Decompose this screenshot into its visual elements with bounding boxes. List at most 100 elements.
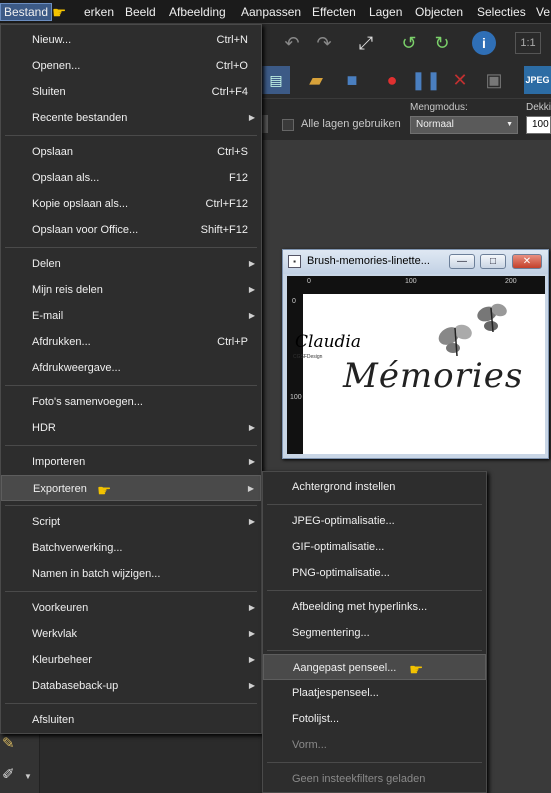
menu-item-kopie-opslaan[interactable]: Kopie opslaan als... Ctrl+F12 (1, 191, 261, 217)
menu-bewerken[interactable]: erken (84, 5, 114, 19)
menu-afbeelding[interactable]: Afbeelding (169, 5, 226, 19)
menu-item-afsluiten[interactable]: Afsluiten (1, 707, 261, 733)
menu-item-label: Opslaan voor Office... (32, 224, 139, 236)
browse-icon[interactable]: ▰ (304, 68, 328, 92)
menu-item-fotos-samenvoegen[interactable]: Foto's samenvoegen... (1, 389, 261, 415)
blend-mode-label: Mengmodus: (410, 102, 468, 113)
menu-item-label: Kleurbeheer (32, 654, 92, 666)
menu-item-email[interactable]: E-mail ▶ (1, 303, 261, 329)
export-submenu: Achtergrond instellen JPEG-optimalisatie… (262, 471, 487, 793)
brush-tool-icon[interactable]: ✎ (2, 734, 15, 752)
submenu-item-achtergrond[interactable]: Achtergrond instellen (263, 474, 486, 500)
submenu-item-jpeg[interactable]: JPEG-optimalisatie... (263, 508, 486, 534)
menu-item-opslaan[interactable]: Opslaan Ctrl+S (1, 139, 261, 165)
menu-item-afdrukweergave[interactable]: Afdrukweergave... (1, 355, 261, 381)
submenu-arrow-icon: ▶ (248, 629, 255, 638)
menu-lagen[interactable]: Lagen (369, 5, 402, 19)
menu-item-label: Afdrukweergave... (32, 362, 121, 374)
menu-item-exporteren[interactable]: Exporteren ▶ (1, 475, 261, 501)
submenu-item-fotolijst[interactable]: Fotolijst... (263, 706, 486, 732)
actual-size-icon[interactable]: 1:1 (515, 32, 541, 54)
blend-mode-select[interactable]: Normaal ▼ (410, 116, 518, 134)
menu-aanpassen[interactable]: Aanpassen (241, 5, 301, 19)
menu-item-namen-batch[interactable]: Namen in batch wijzigen... (1, 561, 261, 587)
submenu-item-gif[interactable]: GIF-optimalisatie... (263, 534, 486, 560)
rotate-left-icon[interactable]: ↺ (397, 32, 421, 54)
close-button[interactable]: ✕ (512, 254, 542, 269)
maximize-button[interactable]: □ (480, 254, 506, 269)
redo-icon[interactable]: ↷ (312, 32, 336, 54)
menu-item-label: Nieuw... (32, 34, 72, 46)
pointer-hand-icon: ☛ (52, 5, 67, 22)
cancel-icon[interactable]: ✕ (448, 68, 472, 92)
menu-objecten[interactable]: Objecten (415, 5, 463, 19)
pause-icon[interactable]: ❚❚ (411, 68, 441, 92)
menu-beeld[interactable]: Beeld (125, 5, 156, 19)
opacity-field[interactable]: 100 (526, 116, 551, 134)
menu-item-shortcut: Ctrl+F12 (205, 198, 249, 210)
menu-item-script[interactable]: Script ▶ (1, 509, 261, 535)
submenu-item-segmentering[interactable]: Segmentering... (263, 620, 486, 646)
menu-item-importeren[interactable]: Importeren ▶ (1, 449, 261, 475)
submenu-item-plaatjespenseel[interactable]: Plaatjespenseel... (263, 680, 486, 706)
ruler-label: 100 (290, 394, 302, 401)
chevron-down-icon[interactable]: ▼ (24, 772, 32, 781)
menu-item-recente-bestanden[interactable]: Recente bestanden ▶ (1, 105, 261, 131)
menu-item-nieuw[interactable]: Nieuw... Ctrl+N (1, 27, 261, 53)
rotate-right-icon[interactable]: ↻ (430, 32, 454, 54)
submenu-item-png[interactable]: PNG-optimalisatie... (263, 560, 486, 586)
menu-item-label: Sluiten (32, 86, 66, 98)
menu-venster[interactable]: Ve (536, 5, 550, 19)
menu-bestand[interactable]: Bestand (0, 3, 53, 21)
menu-item-hdr[interactable]: HDR ▶ (1, 415, 261, 441)
record-icon[interactable]: ● (380, 68, 404, 92)
menu-item-afdrukken[interactable]: Afdrukken... Ctrl+P (1, 329, 261, 355)
menu-item-sluiten[interactable]: Sluiten Ctrl+F4 (1, 79, 261, 105)
menu-separator (5, 247, 257, 248)
menu-item-mijn-reis[interactable]: Mijn reis delen ▶ (1, 277, 261, 303)
menu-effecten[interactable]: Effecten (312, 5, 356, 19)
minimize-button[interactable]: — (449, 254, 475, 269)
file-menu: Nieuw... Ctrl+N Openen... Ctrl+O Sluiten Ct… (0, 24, 262, 734)
menu-item-batchverwerking[interactable]: Batchverwerking... (1, 535, 261, 561)
paint-tool-icon[interactable]: ✐ (2, 765, 15, 783)
menu-item-werkvlak[interactable]: Werkvlak ▶ (1, 621, 261, 647)
menu-selecties[interactable]: Selecties (477, 5, 526, 19)
menu-separator (267, 762, 482, 763)
tool-options-bar: Alle lagen gebruiken Mengmodus: Normaal ▼… (262, 98, 551, 140)
submenu-item-no-plugins: Geen insteekfilters geladen (292, 773, 426, 785)
menu-separator (267, 504, 482, 505)
save-script-icon[interactable]: ▣ (482, 68, 506, 92)
menu-item-databaseback-up[interactable]: Databaseback-up ▶ (1, 673, 261, 699)
menu-item-label: Voorkeuren (32, 602, 89, 614)
layers-palette-icon[interactable]: ▤ (262, 66, 290, 94)
resize-icon[interactable]: ⤢ (354, 32, 378, 54)
blend-mode-value: Normaal (416, 119, 454, 130)
menu-item-delen[interactable]: Delen ▶ (1, 251, 261, 277)
image-canvas[interactable]: Claudia CGSFDesign Mémories (293, 294, 545, 454)
watermark-subtext: CGSFDesign (293, 354, 323, 360)
menu-item-voorkeuren[interactable]: Voorkeuren ▶ (1, 595, 261, 621)
submenu-item-aangepast-penseel[interactable]: Aangepast penseel... (263, 654, 486, 680)
toolbar: ↶ ↷ ⤢ ↺ ↻ i 1:1 ▤ ▰ ■ ● ❚❚ ✕ ▣ JPEG (262, 24, 551, 98)
stop-icon[interactable]: ■ (340, 68, 364, 92)
use-all-layers-checkbox[interactable] (282, 119, 294, 131)
menu-item-opslaan-office[interactable]: Opslaan voor Office... Shift+F12 (1, 217, 261, 243)
submenu-arrow-icon: ▶ (248, 457, 255, 466)
menu-item-opslaan-als[interactable]: Opslaan als... F12 (1, 165, 261, 191)
pointer-hand-icon: ☛ (97, 483, 112, 500)
image-window[interactable]: ▪ Brush-memories-linette... — □ ✕ 0 100 … (282, 249, 549, 459)
menu-item-openen[interactable]: Openen... Ctrl+O (1, 53, 261, 79)
menu-item-label: Recente bestanden (32, 112, 128, 124)
jpeg-icon[interactable]: JPEG (524, 66, 551, 94)
undo-icon[interactable]: ↶ (280, 32, 304, 54)
submenu-item-hyperlinks[interactable]: Afbeelding met hyperlinks... (263, 594, 486, 620)
ruler-label: 0 (292, 298, 296, 305)
info-icon[interactable]: i (472, 31, 496, 55)
menu-item-label: Afsluiten (32, 714, 75, 726)
submenu-arrow-icon: ▶ (247, 484, 254, 493)
image-window-titlebar[interactable]: ▪ Brush-memories-linette... — □ ✕ (283, 250, 548, 274)
menu-item-kleurbeheer[interactable]: Kleurbeheer ▶ (1, 647, 261, 673)
opacity-value: 100 (532, 119, 549, 130)
chevron-down-icon: ▼ (506, 121, 513, 128)
